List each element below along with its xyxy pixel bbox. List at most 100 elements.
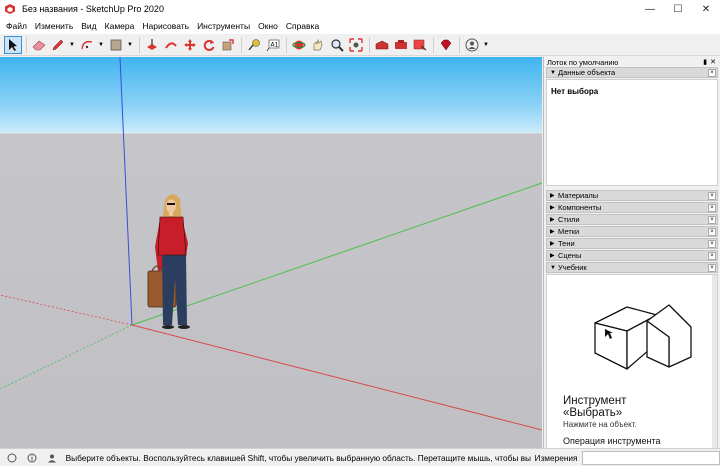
arc-icon[interactable] <box>78 36 96 54</box>
sketchup-icon <box>4 3 16 15</box>
measurements-input[interactable] <box>581 450 720 465</box>
title-bar: Без названия - SketchUp Pro 2020 — ☐ ✕ <box>0 0 720 18</box>
window-title: Без названия - SketchUp Pro 2020 <box>22 4 164 14</box>
send-to-layout-icon[interactable] <box>411 36 429 54</box>
instructor-operation: Операция инструмента <box>563 436 661 446</box>
panel-components-header[interactable]: ▶ Компоненты × <box>546 202 718 213</box>
orbit-icon[interactable] <box>290 36 308 54</box>
tray-header: Лоток по умолчанию ▮ ✕ <box>544 57 720 67</box>
close-icon[interactable]: × <box>708 239 716 248</box>
panel-tags-header[interactable]: ▶ Метки × <box>546 226 718 237</box>
panel-shadows-label: Тени <box>558 239 575 248</box>
blue-axis <box>119 57 133 326</box>
panel-scenes-header[interactable]: ▶ Сцены × <box>546 250 718 261</box>
panel-scenes-label: Сцены <box>558 251 582 260</box>
close-icon[interactable]: × <box>708 68 716 77</box>
rectangle-icon[interactable] <box>107 36 125 54</box>
panel-tags-label: Метки <box>558 227 580 236</box>
panel-styles-header[interactable]: ▶ Стили × <box>546 214 718 225</box>
scale-figure <box>147 194 190 329</box>
close-icon[interactable]: × <box>708 263 716 272</box>
pan-icon[interactable] <box>309 36 327 54</box>
close-icon[interactable]: × <box>708 215 716 224</box>
scale-icon[interactable] <box>219 36 237 54</box>
text-icon[interactable]: A1 <box>264 36 282 54</box>
extension-warehouse-icon[interactable] <box>392 36 410 54</box>
menu-edit[interactable]: Изменить <box>31 18 77 34</box>
ruby-icon[interactable] <box>437 36 455 54</box>
expand-right-icon: ▶ <box>550 205 555 211</box>
menu-draw[interactable]: Нарисовать <box>138 18 193 34</box>
instructor-title-line1: Инструмент <box>563 395 627 407</box>
chevron-down-icon[interactable]: ▼ <box>97 36 105 54</box>
maximize-button[interactable]: ☐ <box>664 0 692 18</box>
close-icon[interactable]: × <box>708 203 716 212</box>
chevron-down-icon[interactable]: ▼ <box>482 36 490 54</box>
panel-instructor-header[interactable]: ▼ Учебник × <box>546 262 718 273</box>
geo-location-icon[interactable] <box>6 452 18 464</box>
toolbar: ▼ ▼ ▼ A1 ▼ <box>0 34 720 56</box>
green-axis-dotted <box>0 324 133 390</box>
chevron-down-icon[interactable]: ▼ <box>126 36 134 54</box>
panel-entity-info-label: Данные объекта <box>558 68 616 77</box>
close-button[interactable]: ✕ <box>692 0 720 18</box>
chevron-down-icon[interactable]: ▼ <box>68 36 76 54</box>
info-icon[interactable] <box>26 452 38 464</box>
scene-drawing <box>0 57 542 431</box>
instructor-scrollbar[interactable] <box>712 275 717 451</box>
menu-tools[interactable]: Инструменты <box>193 18 254 34</box>
warehouse-icon[interactable] <box>373 36 391 54</box>
menu-help[interactable]: Справка <box>282 18 323 34</box>
menu-file[interactable]: Файл <box>2 18 31 34</box>
close-icon[interactable]: × <box>708 227 716 236</box>
green-axis <box>131 182 542 326</box>
svg-text:A1: A1 <box>271 41 279 48</box>
panel-shadows-header[interactable]: ▶ Тени × <box>546 238 718 249</box>
zoom-extents-icon[interactable] <box>347 36 365 54</box>
eraser-icon[interactable] <box>30 36 48 54</box>
follow-me-icon[interactable] <box>162 36 180 54</box>
instructor-title: Инструмент «Выбрать» <box>563 395 626 419</box>
user-icon[interactable] <box>46 452 58 464</box>
menu-window[interactable]: Окно <box>254 18 282 34</box>
tray-title: Лоток по умолчанию <box>547 57 619 67</box>
minimize-button[interactable]: — <box>636 0 664 18</box>
expand-right-icon: ▶ <box>550 241 555 247</box>
pin-icon[interactable]: ▮ <box>703 58 707 66</box>
house-illustration-icon <box>594 304 692 370</box>
expand-right-icon: ▶ <box>550 193 555 199</box>
push-pull-icon[interactable] <box>143 36 161 54</box>
menu-view[interactable]: Вид <box>77 18 100 34</box>
expand-right-icon: ▶ <box>550 253 555 259</box>
pencil-icon[interactable] <box>49 36 67 54</box>
expand-down-icon: ▼ <box>550 69 556 76</box>
account-icon[interactable] <box>463 36 481 54</box>
default-tray: Лоток по умолчанию ▮ ✕ ▼ Данные объекта … <box>543 57 720 452</box>
model-viewport[interactable] <box>0 57 542 448</box>
select-icon[interactable] <box>4 35 22 54</box>
panel-instructor-label: Учебник <box>558 263 587 272</box>
status-bar: Выберите объекты. Воспользуйтесь клавише… <box>0 448 720 466</box>
panel-materials-header[interactable]: ▶ Материалы × <box>546 190 718 201</box>
expand-down-icon: ▼ <box>550 264 556 271</box>
expand-right-icon: ▶ <box>550 217 555 223</box>
close-icon[interactable]: ✕ <box>710 58 716 66</box>
close-icon[interactable]: × <box>708 191 716 200</box>
zoom-icon[interactable] <box>328 36 346 54</box>
expand-right-icon: ▶ <box>550 229 555 235</box>
status-hint: Выберите объекты. Воспользуйтесь клавише… <box>65 452 531 463</box>
tape-measure-icon[interactable] <box>245 36 263 54</box>
red-axis-dotted <box>0 294 133 326</box>
instructor-body: Инструмент «Выбрать» Нажмите на объект. … <box>546 274 718 452</box>
rotate-icon[interactable] <box>200 36 218 54</box>
instructor-title-line2: «Выбрать» <box>563 407 623 419</box>
menu-camera[interactable]: Камера <box>101 18 139 34</box>
instructor-subtitle: Нажмите на объект. <box>563 420 637 429</box>
panel-components-label: Компоненты <box>558 203 602 212</box>
entity-info-content: Нет выбора <box>551 87 599 96</box>
entity-info-body: Нет выбора <box>546 79 718 186</box>
menu-bar: Файл Изменить Вид Камера Нарисовать Инст… <box>0 18 720 34</box>
move-icon[interactable] <box>181 36 199 54</box>
panel-entity-info-header[interactable]: ▼ Данные объекта × <box>546 67 718 78</box>
close-icon[interactable]: × <box>708 251 716 260</box>
